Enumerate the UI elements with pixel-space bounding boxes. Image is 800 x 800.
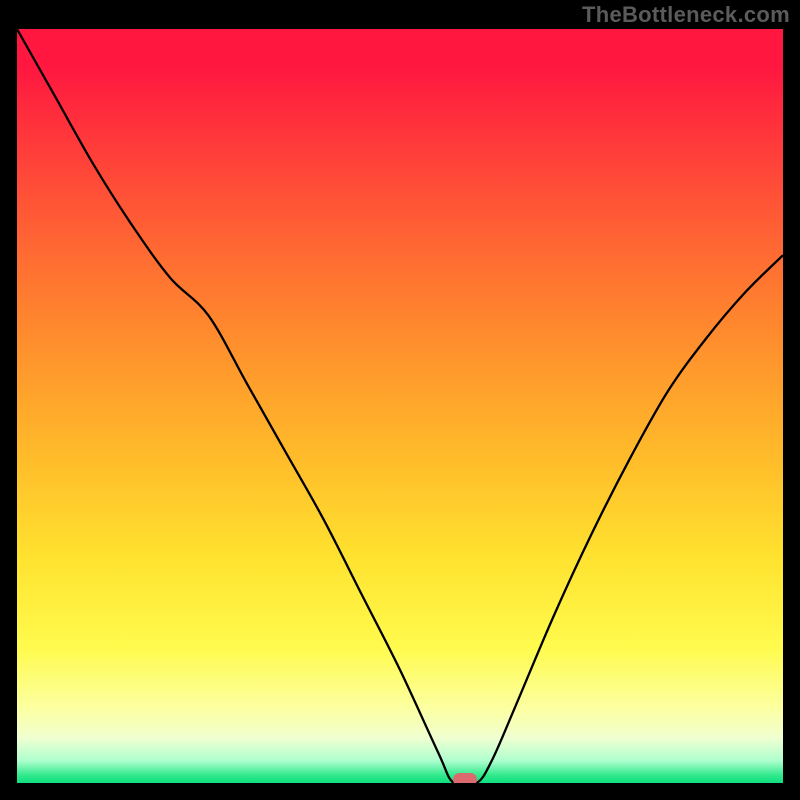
minimum-marker: [453, 773, 477, 783]
plot-area: [17, 29, 783, 783]
watermark-text: TheBottleneck.com: [582, 2, 790, 28]
bottleneck-curve: [17, 29, 783, 783]
chart-frame: TheBottleneck.com: [0, 0, 800, 800]
